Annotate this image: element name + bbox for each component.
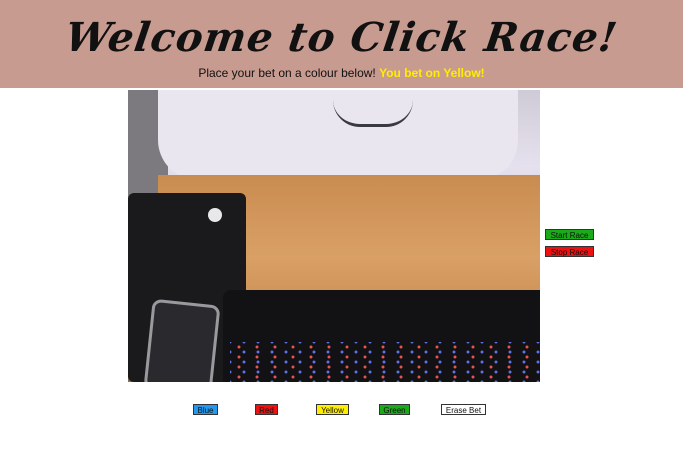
bet-prompt: Place your bet on a colour below! You be… bbox=[0, 66, 683, 80]
bet-instruction-text: Place your bet on a colour below! bbox=[198, 66, 376, 80]
start-race-button[interactable]: Start Race bbox=[545, 229, 594, 240]
erase-bet-button[interactable]: Erase Bet bbox=[441, 404, 486, 415]
webcam-phone bbox=[143, 298, 221, 382]
bet-green-button[interactable]: Green bbox=[379, 404, 410, 415]
page-title: Welcome to Click Race! bbox=[62, 14, 621, 61]
mousepad-logo-icon bbox=[208, 208, 222, 222]
stop-race-button[interactable]: Stop Race bbox=[545, 246, 594, 257]
header-banner: Welcome to Click Race! Place your bet on… bbox=[0, 0, 683, 88]
bet-status-text: You bet on Yellow! bbox=[379, 66, 485, 80]
bet-yellow-button[interactable]: Yellow bbox=[316, 404, 349, 415]
bet-blue-button[interactable]: Blue bbox=[193, 404, 218, 415]
bet-red-button[interactable]: Red bbox=[255, 404, 278, 415]
webcam-feed bbox=[128, 90, 540, 382]
keyboard-keys bbox=[230, 342, 540, 382]
